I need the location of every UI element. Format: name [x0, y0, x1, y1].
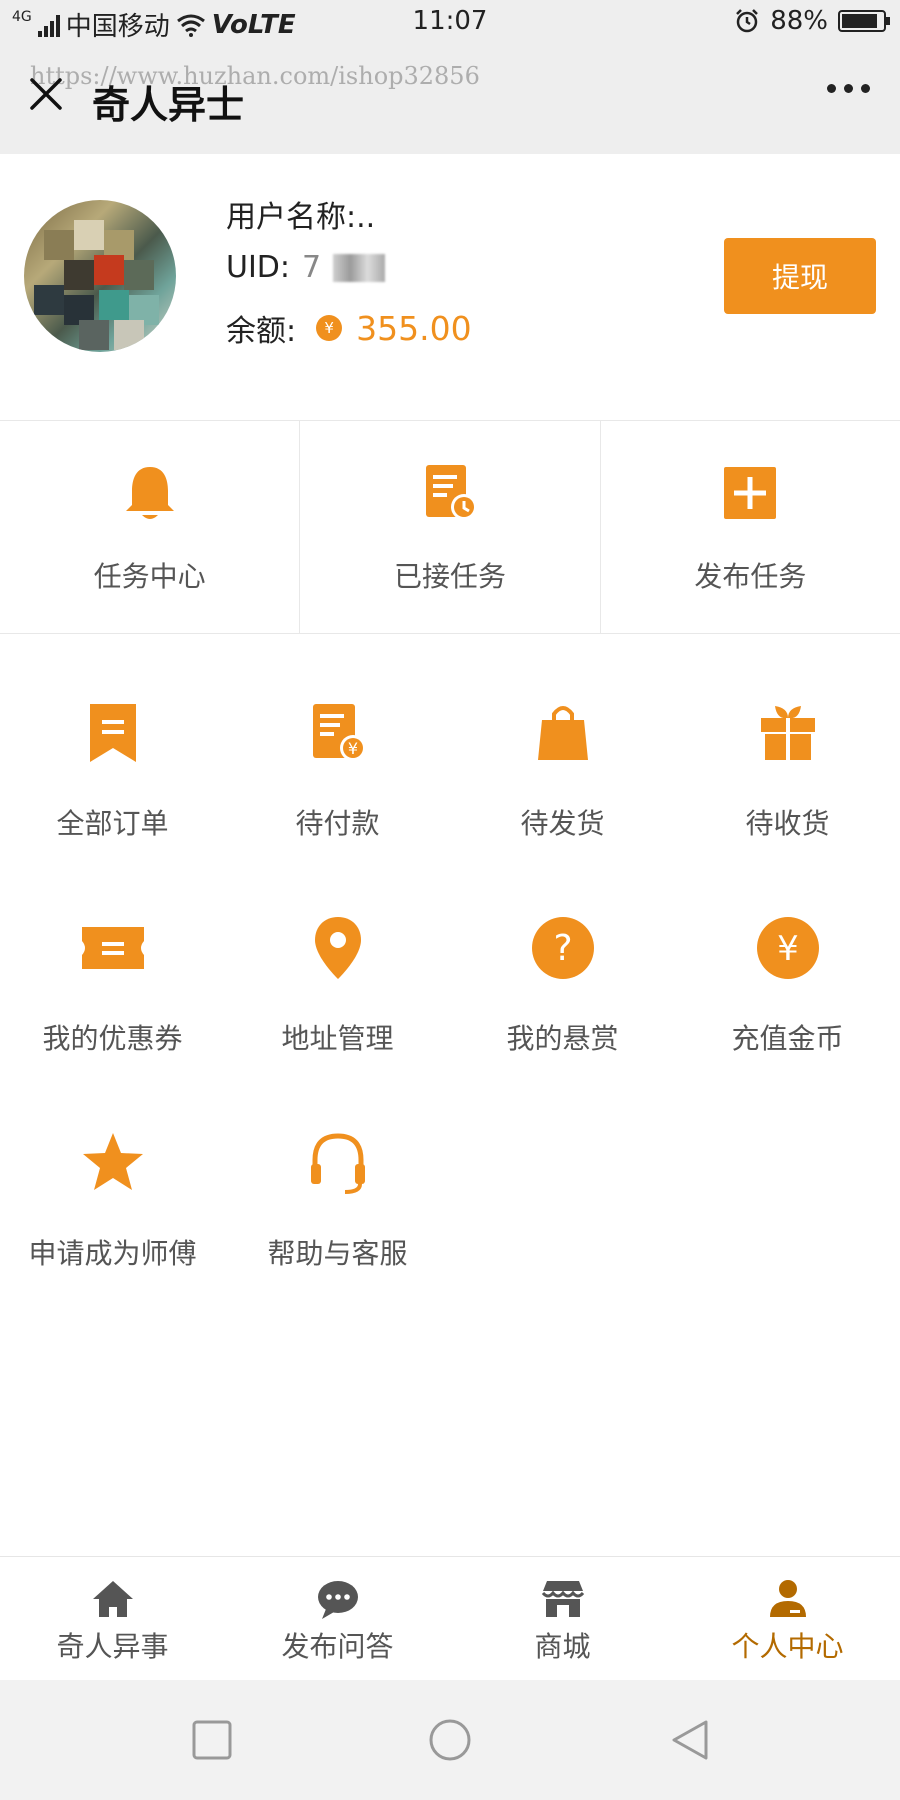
square-icon[interactable]: [190, 1718, 234, 1762]
grid-item-pending-shipment[interactable]: 待发货: [450, 700, 675, 870]
username-label: 用户名称:..: [226, 200, 376, 235]
grid-label: 帮助与客服: [267, 1237, 408, 1270]
coin-icon: ¥: [316, 315, 343, 341]
grid-item-become-master[interactable]: 申请成为师傅: [0, 1130, 225, 1300]
grid-item-all-orders[interactable]: 全部订单: [0, 700, 225, 870]
tab-qa[interactable]: 发布问答: [225, 1557, 450, 1680]
balance-value: 355.00: [356, 308, 472, 348]
grid-label: 待收货: [745, 807, 830, 840]
grid-item-coupons[interactable]: 我的优惠券: [0, 915, 225, 1085]
balance-row: 余额: ¥ 355.00: [226, 306, 472, 350]
yen-coin-icon: ¥: [756, 917, 819, 979]
grid-label: 我的悬赏: [506, 1022, 619, 1055]
svg-text:¥: ¥: [777, 929, 799, 969]
battery-icon: [838, 10, 890, 32]
close-icon[interactable]: [26, 74, 66, 114]
bell-icon: [125, 467, 174, 519]
coupon-icon: [81, 927, 144, 969]
grid-item-pending-receipt[interactable]: 待收货: [675, 700, 900, 870]
grid-item-pending-payment[interactable]: ¥ 待付款: [225, 700, 450, 870]
accepted-tasks-item[interactable]: 已接任务: [300, 421, 601, 633]
task-center-item[interactable]: 任务中心: [0, 421, 301, 633]
uid-value: 7: [302, 250, 322, 285]
grid-label: 全部订单: [56, 807, 169, 840]
withdraw-button[interactable]: 提现: [724, 238, 876, 314]
back-triangle-icon[interactable]: [668, 1718, 712, 1762]
bill-yen-icon: ¥: [312, 704, 366, 761]
gift-icon: [760, 706, 815, 760]
status-right: 88%: [734, 6, 890, 36]
uid-label: UID:: [226, 250, 291, 285]
grid-item-bounties[interactable]: ? 我的悬赏: [450, 915, 675, 1085]
page-title: 奇人异士: [92, 83, 245, 127]
alarm-icon: [736, 9, 759, 33]
bag-icon: [537, 706, 588, 760]
location-icon: [314, 917, 361, 979]
bottom-tab-bar: 奇人异事 发布问答 商城 个人中心: [0, 1556, 900, 1680]
headset-icon: [310, 1133, 365, 1194]
publish-task-item[interactable]: 发布任务: [601, 421, 900, 633]
task-label: 发布任务: [694, 560, 807, 593]
system-nav-bar: [0, 1680, 900, 1800]
grid-item-recharge[interactable]: ¥ 充值金币: [675, 915, 900, 1085]
grid-label: 待付款: [295, 807, 380, 840]
status-bar: 4G 中国移动 VoLTE 11:07 88%: [0, 0, 900, 44]
grid-item-address[interactable]: 地址管理: [225, 915, 450, 1085]
store-icon: [541, 1581, 584, 1617]
more-icon[interactable]: [827, 84, 870, 93]
uid-row: UID: 7: [226, 250, 386, 285]
battery-percent: 88%: [770, 6, 828, 36]
svg-text:¥: ¥: [347, 739, 357, 758]
star-icon: [82, 1133, 143, 1190]
home-icon: [92, 1581, 133, 1617]
profile-card: 用户名称:.. UID: 7 余额: ¥ 355.00 提现: [0, 154, 900, 418]
circle-icon[interactable]: [428, 1718, 472, 1762]
chat-icon: [317, 1581, 358, 1619]
grid-label: 待发货: [520, 807, 605, 840]
grid-label: 我的优惠券: [42, 1022, 183, 1055]
svg-text:?: ?: [553, 928, 572, 969]
user-icon: [769, 1580, 806, 1617]
task-label: 已接任务: [393, 560, 506, 593]
avatar[interactable]: [24, 200, 176, 352]
uid-redaction: [333, 253, 386, 282]
bookmark-icon: [89, 704, 136, 762]
grid-label: 充值金币: [731, 1022, 844, 1055]
grid-label: 地址管理: [281, 1022, 394, 1055]
task-clock-icon: [425, 465, 477, 520]
tab-profile[interactable]: 个人中心: [675, 1557, 900, 1680]
tab-label: 商城: [534, 1630, 591, 1663]
question-icon: ?: [531, 917, 594, 979]
grid-label: 申请成为师傅: [28, 1237, 197, 1270]
tab-store[interactable]: 商城: [450, 1557, 675, 1680]
tab-label: 个人中心: [731, 1630, 844, 1663]
nav-bar: https://www.huzhan.com/ishop32856 奇人异士: [0, 44, 900, 154]
balance-label: 余额:: [226, 314, 297, 349]
tab-label: 发布问答: [281, 1630, 394, 1663]
task-row: 任务中心 已接任务 发布任务: [0, 420, 900, 634]
task-label: 任务中心: [93, 560, 206, 593]
grid-item-help-support[interactable]: 帮助与客服: [225, 1130, 450, 1300]
tab-home[interactable]: 奇人异事: [0, 1557, 225, 1680]
plus-icon: [724, 467, 777, 519]
tab-label: 奇人异事: [56, 1630, 169, 1663]
